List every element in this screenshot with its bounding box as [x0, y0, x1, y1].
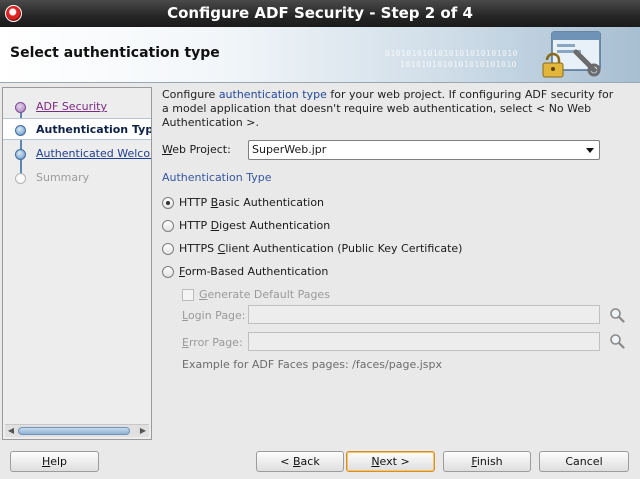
security-padlock-window-icon [542, 31, 601, 78]
label-text: ogin Page: [187, 309, 246, 322]
train-stop-icon [15, 149, 26, 160]
cancel-button[interactable]: Cancel [539, 451, 629, 472]
mnemonic: G [199, 288, 208, 301]
section-title: Authentication Type [162, 171, 272, 184]
web-project-select[interactable]: SuperWeb.jpr [248, 140, 600, 160]
train-item-adf-security[interactable]: ADF Security [3, 96, 151, 118]
button-label: inish [476, 455, 503, 468]
label-text: enerate Default Pages [207, 288, 330, 301]
button-label: ext > [379, 455, 410, 468]
wizard-train-panel: ADF Security Authentication Type Authent… [2, 87, 152, 440]
intro-highlight: authentication type [218, 88, 327, 101]
label-text: HTTP [179, 196, 211, 209]
intro-text-start: Configure [162, 88, 219, 101]
button-label: < [280, 455, 293, 468]
train-item-summary: Summary [3, 167, 151, 189]
oracle-jdeveloper-icon[interactable] [5, 5, 22, 22]
help-button[interactable]: Help [10, 451, 99, 472]
error-page-label: Error Page: [182, 336, 243, 349]
mnemonic: H [41, 455, 51, 468]
login-page-label: Login Page: [182, 309, 246, 322]
radio-label: HTTP Basic Authentication [179, 195, 324, 211]
wizard-header: Select authentication type 0101010101010… [0, 27, 640, 83]
error-page-input[interactable] [248, 332, 600, 351]
radio-label: HTTP Digest Authentication [179, 218, 330, 234]
main-content: Configure authentication type for your w… [162, 88, 632, 371]
binary-decoration-2: 1010101010101010101010 [400, 60, 517, 69]
button-label: elp [50, 455, 68, 468]
label-text: orm-Based Authentication [184, 265, 329, 278]
finish-button[interactable]: Finish [443, 451, 531, 472]
radio-label: Form-Based Authentication [179, 264, 328, 280]
title-bar: Configure ADF Security - Step 2 of 4 [0, 0, 640, 27]
train-stop-icon [15, 173, 26, 184]
horizontal-scrollbar[interactable]: ◀ ▶ [5, 424, 149, 437]
train-item-authenticated-welcome[interactable]: Authenticated Welcome [3, 143, 151, 165]
window-title: Configure ADF Security - Step 2 of 4 [167, 4, 473, 22]
train-item-authentication-type[interactable]: Authentication Type [3, 118, 151, 140]
scroll-right-icon[interactable]: ▶ [137, 425, 149, 437]
web-project-label: Web Project: [162, 143, 231, 156]
search-icon[interactable] [609, 333, 625, 349]
back-button[interactable]: < Back [256, 451, 344, 472]
next-button[interactable]: Next > [346, 451, 435, 472]
chevron-down-icon[interactable] [586, 148, 594, 153]
radio-button-selected[interactable] [162, 197, 174, 209]
radio-label: HTTPS Client Authentication (Public Key … [179, 241, 462, 257]
label-text: asic Authentication [218, 196, 325, 209]
login-page-input[interactable] [248, 305, 600, 324]
train-stop-icon [15, 125, 26, 136]
label-text: rror Page: [188, 336, 243, 349]
label-text: HTTPS [179, 242, 218, 255]
radio-button[interactable] [162, 243, 174, 255]
label-text: igest Authentication [219, 219, 331, 232]
train-item-label[interactable]: ADF Security [36, 96, 151, 118]
label-text: lient Authentication (Public Key Certifi… [225, 242, 463, 255]
search-icon[interactable] [609, 307, 625, 323]
intro-text: Configure authentication type for your w… [162, 88, 618, 130]
radio-form-based[interactable]: Form-Based Authentication [162, 264, 462, 280]
scrollbar-thumb[interactable] [18, 427, 130, 435]
selected-value: SuperWeb.jpr [252, 143, 327, 156]
radio-button[interactable] [162, 266, 174, 278]
train-item-label: Authentication Type [36, 123, 151, 136]
binary-decoration: 0101010101010101010101010 [385, 49, 518, 58]
mnemonic: D [210, 219, 220, 232]
generate-default-pages-checkbox[interactable] [182, 289, 194, 301]
label-text: eb Project: [172, 143, 231, 156]
radio-https-client[interactable]: HTTPS Client Authentication (Public Key … [162, 241, 492, 257]
radio-button[interactable] [162, 220, 174, 232]
radio-http-digest[interactable]: HTTP Digest Authentication [162, 218, 462, 234]
scroll-left-icon[interactable]: ◀ [5, 425, 17, 437]
label-text: HTTP [179, 219, 211, 232]
button-label: Cancel [565, 455, 603, 468]
button-label: ack [300, 455, 320, 468]
train-item-label: Summary [36, 171, 90, 184]
radio-http-basic[interactable]: HTTP Basic Authentication [162, 195, 462, 211]
train-item-label[interactable]: Authenticated Welcome [36, 143, 151, 165]
generate-default-pages-label: Generate Default Pages [199, 288, 330, 301]
mnemonic: W [162, 143, 173, 156]
example-hint: Example for ADF Faces pages: /faces/page… [182, 358, 442, 371]
mnemonic: B [293, 455, 301, 468]
mnemonic: N [371, 455, 380, 468]
train-stop-icon [15, 102, 26, 113]
mnemonic: E [182, 336, 189, 349]
page-title: Select authentication type [10, 45, 220, 61]
